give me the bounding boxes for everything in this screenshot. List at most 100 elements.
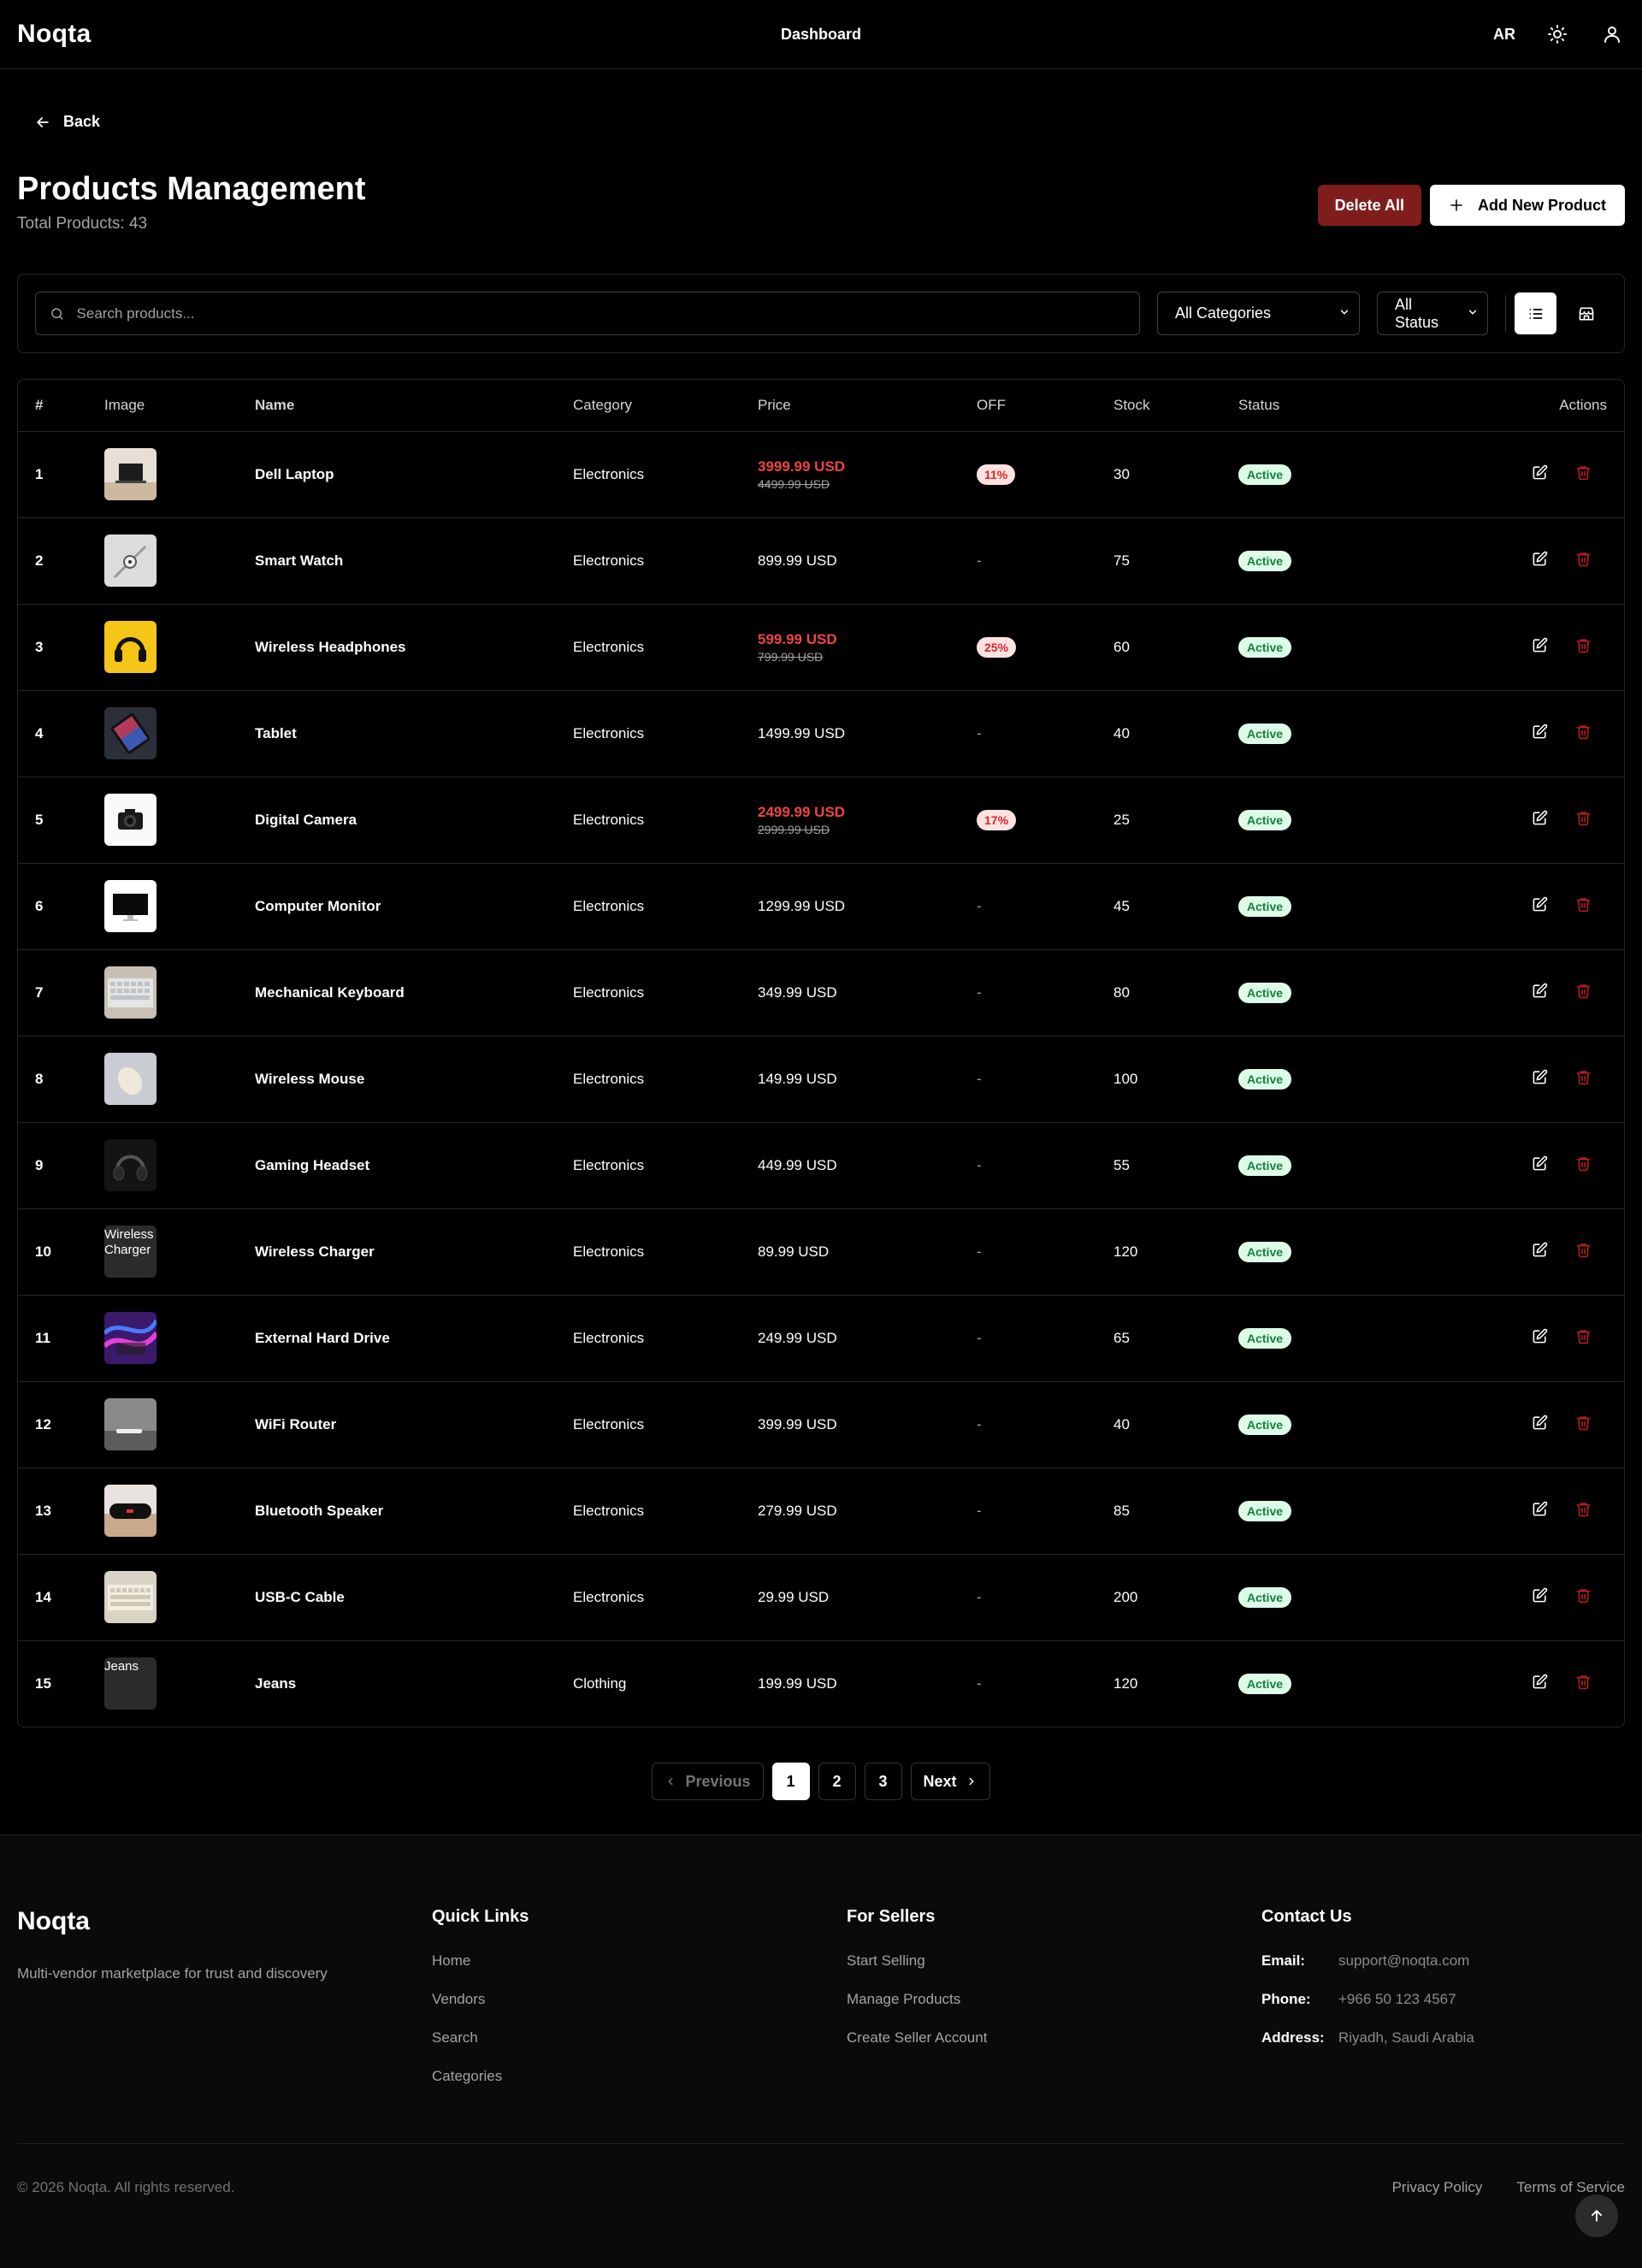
edit-icon[interactable] bbox=[1532, 551, 1548, 571]
footer: Noqta Multi-vendor marketplace for trust… bbox=[0, 1834, 1642, 2268]
list-view-button[interactable] bbox=[1515, 292, 1556, 334]
brand-logo[interactable]: Noqta bbox=[17, 20, 92, 49]
edit-icon[interactable] bbox=[1532, 983, 1548, 1003]
page-2-button[interactable]: 2 bbox=[818, 1763, 856, 1800]
trash-icon[interactable] bbox=[1575, 637, 1592, 658]
add-new-product-button[interactable]: Add New Product bbox=[1429, 185, 1625, 226]
page-3-button[interactable]: 3 bbox=[864, 1763, 902, 1800]
add-new-product-label: Add New Product bbox=[1477, 196, 1606, 214]
for-sellers-title: For Sellers bbox=[847, 1907, 936, 1926]
discount-badge: 17% bbox=[977, 809, 1017, 830]
trash-icon[interactable] bbox=[1575, 551, 1592, 571]
product-category: Clothing bbox=[573, 1674, 627, 1692]
product-category: Electronics bbox=[573, 1468, 758, 1555]
footer-link-home[interactable]: Home bbox=[432, 1952, 847, 1970]
trash-icon[interactable] bbox=[1575, 810, 1592, 830]
trash-icon[interactable] bbox=[1575, 1242, 1592, 1262]
product-stock: 65 bbox=[1113, 1295, 1238, 1382]
status-cell: Active bbox=[1238, 1122, 1504, 1209]
edit-icon[interactable] bbox=[1532, 896, 1548, 917]
footer-link-create-seller-account[interactable]: Create Seller Account bbox=[847, 2029, 1261, 2047]
off-cell: - bbox=[977, 1381, 1113, 1468]
product-image bbox=[104, 966, 157, 1019]
row-number: 10 bbox=[18, 1208, 104, 1296]
status-select[interactable]: All Status bbox=[1377, 292, 1488, 335]
search-input[interactable] bbox=[76, 304, 1125, 322]
next-page-button[interactable]: Next bbox=[910, 1763, 990, 1800]
page-1-button[interactable]: 1 bbox=[771, 1763, 810, 1800]
product-category: Electronics bbox=[573, 777, 758, 864]
price-cell: 3999.99 USD 4499.99 USD bbox=[758, 431, 977, 518]
edit-icon[interactable] bbox=[1532, 1501, 1548, 1521]
trash-icon[interactable] bbox=[1575, 1674, 1592, 1694]
copyright: © 2026 Noqta. All rights reserved. bbox=[17, 2179, 235, 2195]
footer-link-categories[interactable]: Categories bbox=[432, 2068, 847, 2085]
delete-all-button[interactable]: Delete All bbox=[1317, 185, 1421, 226]
user-icon[interactable] bbox=[1599, 21, 1625, 47]
edit-icon[interactable] bbox=[1532, 724, 1548, 744]
edit-icon[interactable] bbox=[1532, 637, 1548, 658]
col-price: Price bbox=[758, 380, 977, 432]
edit-icon[interactable] bbox=[1532, 1242, 1548, 1262]
edit-icon[interactable] bbox=[1532, 1674, 1548, 1694]
trash-icon[interactable] bbox=[1575, 724, 1592, 744]
back-button[interactable]: Back bbox=[34, 113, 100, 131]
top-navbar: Noqta Dashboard AR bbox=[0, 0, 1642, 69]
product-name: Wireless Mouse bbox=[255, 1036, 573, 1123]
trash-icon[interactable] bbox=[1575, 1501, 1592, 1521]
scroll-to-top-button[interactable] bbox=[1575, 2194, 1618, 2237]
category-select-value: All Categories bbox=[1175, 304, 1272, 322]
edit-icon[interactable] bbox=[1532, 1587, 1548, 1608]
category-select[interactable]: All Categories bbox=[1157, 292, 1360, 335]
trash-icon[interactable] bbox=[1575, 1069, 1592, 1090]
contact-title: Contact Us bbox=[1261, 1907, 1352, 1926]
trash-icon[interactable] bbox=[1575, 464, 1592, 485]
footer-link-vendors[interactable]: Vendors bbox=[432, 1991, 847, 2008]
status-cell: Active bbox=[1238, 1381, 1504, 1468]
footer-link-start-selling[interactable]: Start Selling bbox=[847, 1952, 1261, 1970]
nav-dashboard-link[interactable]: Dashboard bbox=[781, 26, 861, 44]
trash-icon[interactable] bbox=[1575, 1415, 1592, 1435]
footer-contact: Contact Us Email: support@noqta.com Phon… bbox=[1261, 1907, 1621, 2106]
trash-icon[interactable] bbox=[1575, 896, 1592, 917]
edit-icon[interactable] bbox=[1532, 464, 1548, 485]
product-category: Electronics bbox=[573, 604, 758, 691]
terms-of-service-link[interactable]: Terms of Service bbox=[1516, 2179, 1625, 2196]
off-cell: - bbox=[977, 1122, 1113, 1209]
trash-icon[interactable] bbox=[1575, 1587, 1592, 1608]
trash-icon[interactable] bbox=[1575, 983, 1592, 1003]
store-view-button[interactable] bbox=[1565, 292, 1607, 334]
status-cell: Active bbox=[1238, 1468, 1504, 1555]
trash-icon[interactable] bbox=[1575, 1155, 1592, 1176]
sun-icon[interactable] bbox=[1545, 21, 1570, 47]
table-row: 6 Computer Monitor Electronics 1299.99 USD -… bbox=[18, 863, 1624, 950]
product-category: Electronics bbox=[573, 1122, 758, 1209]
actions-cell bbox=[1504, 690, 1624, 777]
status-badge: Active bbox=[1238, 1500, 1292, 1521]
trash-icon[interactable] bbox=[1575, 1328, 1592, 1349]
privacy-policy-link[interactable]: Privacy Policy bbox=[1392, 2179, 1483, 2196]
product-category: Electronics bbox=[573, 1036, 758, 1123]
footer-link-search[interactable]: Search bbox=[432, 2029, 847, 2047]
actions-cell bbox=[1504, 1208, 1624, 1296]
status-badge: Active bbox=[1238, 1068, 1292, 1090]
footer-divider bbox=[17, 2143, 1625, 2144]
edit-icon[interactable] bbox=[1532, 1415, 1548, 1435]
product-image bbox=[104, 1571, 157, 1623]
edit-icon[interactable] bbox=[1532, 810, 1548, 830]
off-cell: - bbox=[977, 863, 1113, 950]
quick-links-title: Quick Links bbox=[432, 1907, 529, 1926]
status-badge: Active bbox=[1238, 982, 1292, 1003]
edit-icon[interactable] bbox=[1532, 1069, 1548, 1090]
footer-link-manage-products[interactable]: Manage Products bbox=[847, 1991, 1261, 2008]
image-cell bbox=[104, 949, 255, 1037]
top-actions: AR bbox=[1493, 21, 1625, 47]
product-category: Electronics bbox=[573, 431, 758, 518]
edit-icon[interactable] bbox=[1532, 1328, 1548, 1349]
product-image bbox=[104, 448, 157, 500]
language-toggle[interactable]: AR bbox=[1493, 26, 1515, 44]
actions-cell bbox=[1504, 1122, 1624, 1209]
previous-page-button[interactable]: Previous bbox=[652, 1763, 764, 1800]
edit-icon[interactable] bbox=[1532, 1155, 1548, 1176]
image-cell bbox=[104, 863, 255, 950]
